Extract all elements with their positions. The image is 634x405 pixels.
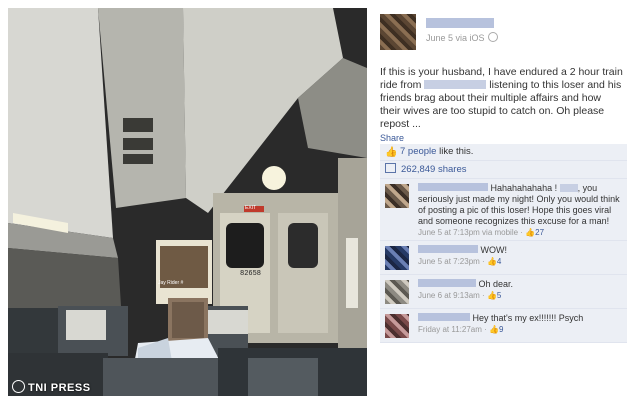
poster-text: Jay Rider # — [158, 280, 184, 286]
comment-like-count[interactable]: 9 — [499, 325, 503, 334]
comment-like-count[interactable]: 27 — [535, 228, 544, 237]
train-interior-image — [8, 8, 367, 396]
commenter-avatar[interactable] — [385, 184, 409, 208]
commenter-name-redacted[interactable] — [418, 183, 488, 191]
post-meta-text: June 5 via iOS — [426, 33, 485, 43]
shares-link[interactable]: 262,849 shares — [401, 164, 467, 175]
car-number: 82658 — [240, 270, 262, 278]
globe-icon — [487, 32, 498, 42]
commenter-avatar[interactable] — [385, 280, 409, 304]
comment-text-a: Oh dear. — [478, 279, 514, 289]
commenter-name-redacted[interactable] — [418, 313, 470, 321]
commenter-name-redacted[interactable] — [418, 279, 476, 287]
post-text: If this is your husband, I have endured … — [380, 66, 624, 131]
likes-row: 👍 7 people like this. — [380, 144, 627, 161]
post-photo[interactable]: TNI PRESS Jay Rider # 82658 EXIT — [8, 8, 367, 396]
comment-text-a: Hey that's my ex!!!!!!! Psych — [472, 313, 584, 323]
watermark-logo-icon — [12, 380, 25, 393]
comment-text-a: Hahahahahaha ! — [490, 183, 558, 193]
comment: WOW! June 5 at 7:23pm · 👍4 — [380, 241, 627, 275]
comment: Hahahahahaha ! , you seriously just made… — [380, 179, 627, 241]
watermark: TNI PRESS — [12, 380, 91, 394]
redacted-name — [559, 184, 578, 192]
commenter-avatar[interactable] — [385, 314, 409, 338]
poster-avatar[interactable] — [380, 14, 416, 50]
comment-like-icon[interactable]: 👍 — [489, 325, 499, 334]
comment-meta: Friday at 11:27am · — [418, 325, 489, 334]
comment-like-count[interactable]: 5 — [497, 291, 501, 300]
comment-meta: June 5 at 7:23pm · — [418, 257, 487, 266]
comment: Oh dear. June 6 at 9:13am · 👍5 — [380, 275, 627, 309]
door-sign: EXIT — [245, 205, 257, 211]
shares-row: 262,849 shares — [380, 161, 627, 179]
comment-meta: June 6 at 9:13am · — [418, 291, 487, 300]
comment-text-a: WOW! — [480, 245, 508, 255]
likes-link[interactable]: 7 people — [400, 146, 436, 157]
comment-like-icon[interactable]: 👍 — [487, 291, 497, 300]
poster-name-redacted[interactable] — [426, 18, 494, 28]
feedback-box: 👍 7 people like this. 262,849 shares Haha… — [380, 144, 627, 343]
comment-meta: June 5 at 7:13pm via mobile · — [418, 228, 526, 237]
redacted-location — [424, 80, 487, 89]
comment-like-count[interactable]: 4 — [497, 257, 501, 266]
share-link[interactable]: Share — [380, 133, 404, 143]
shares-icon — [385, 163, 396, 173]
likes-rest: like this. — [436, 146, 474, 157]
commenter-avatar[interactable] — [385, 246, 409, 270]
post-meta: June 5 via iOS — [426, 32, 498, 43]
thumbs-up-icon: 👍 — [385, 147, 398, 158]
comment-like-icon[interactable]: 👍 — [525, 228, 535, 237]
commenter-name-redacted[interactable] — [418, 245, 478, 253]
comment-like-icon[interactable]: 👍 — [487, 257, 497, 266]
comment: Hey that's my ex!!!!!!! Psych Friday at … — [380, 309, 627, 343]
